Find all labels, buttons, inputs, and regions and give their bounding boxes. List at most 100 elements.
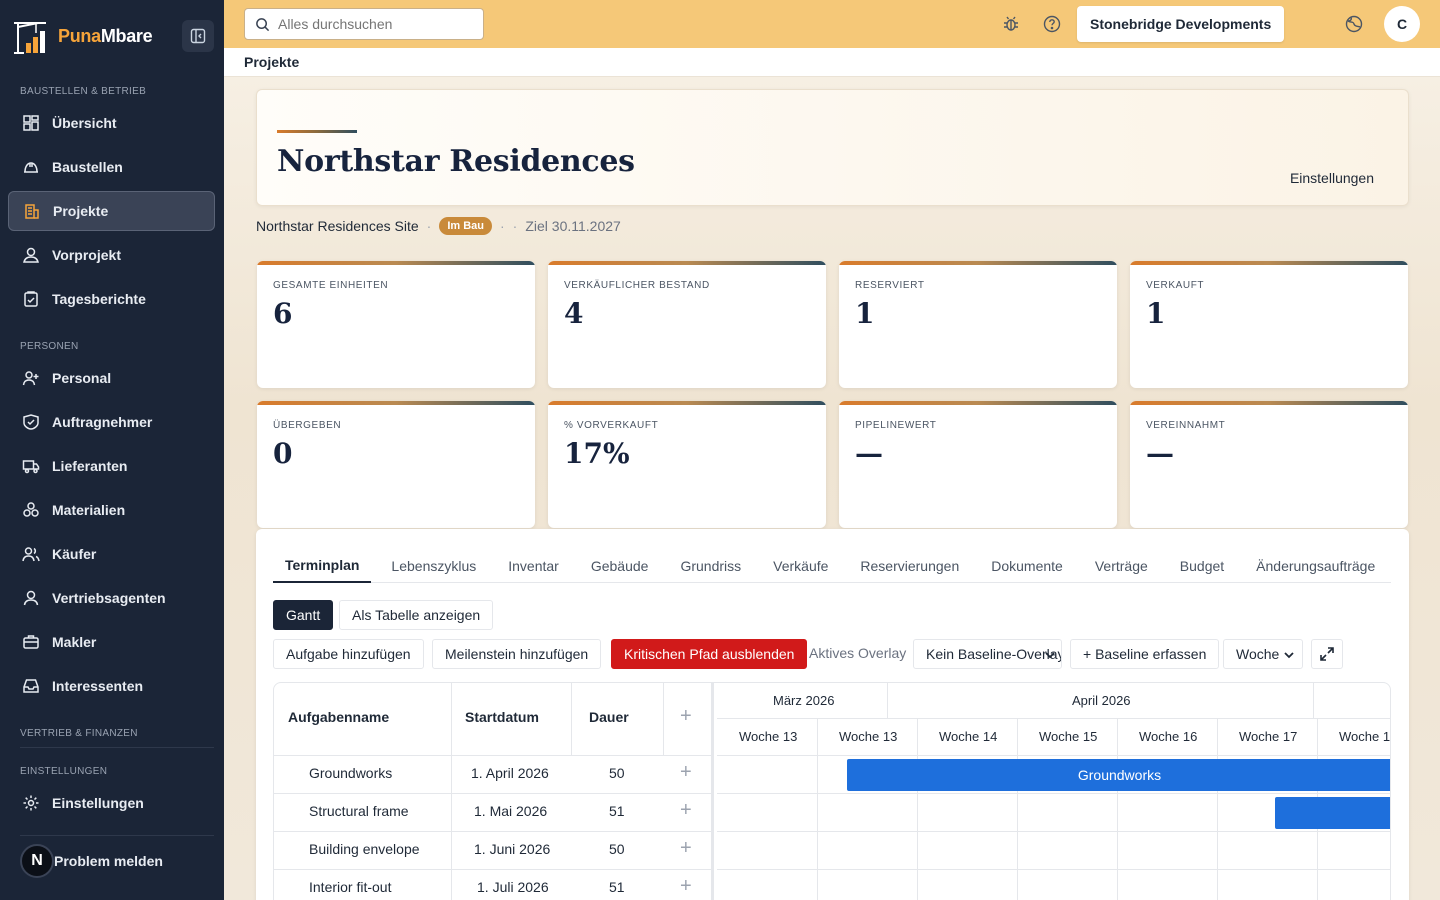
- expand-icon: [1320, 647, 1334, 661]
- sidebar-item-label: Käufer: [52, 546, 97, 562]
- user-avatar[interactable]: C: [1384, 6, 1420, 42]
- meta-separator: ·: [512, 218, 518, 234]
- breadcrumb[interactable]: Projekte: [244, 54, 299, 70]
- column-header-duration[interactable]: Dauer: [589, 709, 629, 725]
- collapse-sidebar-button[interactable]: [182, 20, 214, 52]
- week-label: Woche 13: [839, 729, 898, 744]
- stat-label: Gesamte Einheiten: [273, 280, 389, 291]
- gantt-view-button[interactable]: Gantt: [273, 600, 334, 630]
- tab-verkaeufe[interactable]: Verkäufe: [761, 548, 840, 583]
- scale-select[interactable]: Woche: [1223, 639, 1303, 669]
- week-label: Woche 13: [739, 729, 798, 744]
- add-subtask-plus-icon[interactable]: +: [680, 799, 692, 822]
- section-label-einstellungen: Einstellungen: [20, 766, 108, 777]
- inbox-icon: [23, 679, 39, 693]
- table-view-button[interactable]: Als Tabelle anzeigen: [339, 600, 494, 630]
- language-button[interactable]: [1342, 12, 1366, 36]
- sidebar-item-materialien[interactable]: Materialien: [8, 490, 215, 530]
- topbar: Stonebridge Developments C: [224, 0, 1440, 48]
- stat-label: Vereinnahmt: [1146, 420, 1226, 431]
- accent-line: [277, 130, 357, 133]
- month-label: April 2026: [1072, 693, 1131, 708]
- global-search[interactable]: [244, 8, 484, 40]
- sidebar: PunaMbare Baustellen & Betrieb Übersicht…: [0, 0, 224, 900]
- week-label: Woche 17: [1239, 729, 1298, 744]
- task-name[interactable]: Structural frame: [309, 803, 409, 819]
- tab-aenderungsauftraege[interactable]: Änderungsaufträge: [1244, 548, 1387, 583]
- sidebar-item-tagesberichte[interactable]: Tagesberichte: [8, 279, 215, 319]
- tab-inventar[interactable]: Inventar: [496, 548, 571, 583]
- task-name[interactable]: Groundworks: [309, 765, 392, 781]
- section-label-baustellen: Baustellen & Betrieb: [20, 86, 147, 97]
- sidebar-item-makler[interactable]: Makler: [8, 622, 215, 662]
- add-subtask-plus-icon[interactable]: +: [680, 761, 692, 784]
- tab-reservierungen[interactable]: Reservierungen: [848, 548, 971, 583]
- sidebar-item-einstellungen[interactable]: Einstellungen: [8, 783, 215, 823]
- week-label: Woche 16: [1139, 729, 1198, 744]
- tab-budget[interactable]: Budget: [1168, 548, 1236, 583]
- add-subtask-plus-icon[interactable]: +: [680, 837, 692, 860]
- gantt-bar-groundworks[interactable]: Groundworks: [847, 759, 1390, 791]
- gantt-bar-structural-frame[interactable]: [1275, 797, 1390, 829]
- add-milestone-button[interactable]: Meilenstein hinzufügen: [432, 639, 602, 669]
- tab-lebenszyklus[interactable]: Lebenszyklus: [379, 548, 488, 583]
- tab-terminplan[interactable]: Terminplan: [273, 548, 372, 583]
- boxes-icon: [23, 502, 39, 517]
- task-start: 1. Juli 2026: [477, 879, 549, 895]
- tab-grundriss[interactable]: Grundriss: [668, 548, 753, 583]
- stat-card-pipeline-value: Pipelinewert —: [839, 401, 1117, 528]
- help-button[interactable]: [1040, 12, 1064, 36]
- hide-critical-path-button[interactable]: Kritischen Pfad ausblenden: [611, 639, 808, 669]
- month-label: März 2026: [773, 693, 835, 708]
- sidebar-item-label: Einstellungen: [52, 795, 144, 811]
- report-problem-button[interactable]: N Problem melden: [20, 844, 163, 878]
- sidebar-item-personal[interactable]: Personal: [8, 358, 215, 398]
- baseline-overlay-select[interactable]: Kein Baseline-Overlay: [913, 639, 1062, 669]
- sidebar-item-baustellen[interactable]: Baustellen: [8, 147, 215, 187]
- divider: [20, 747, 214, 748]
- site-link[interactable]: Northstar Residences Site: [256, 218, 419, 234]
- add-task-button[interactable]: Aufgabe hinzufügen: [273, 639, 424, 669]
- project-meta: Northstar Residences Site · Im Bau · · Z…: [256, 217, 621, 235]
- building-icon: [25, 204, 39, 219]
- add-column-plus-icon[interactable]: +: [680, 705, 692, 728]
- fullscreen-button[interactable]: [1311, 639, 1343, 669]
- stat-card-sold: Verkauft 1: [1130, 261, 1408, 388]
- sidebar-item-vertriebsagenten[interactable]: Vertriebsagenten: [8, 578, 215, 618]
- project-tabs-card: Terminplan Lebenszyklus Inventar Gebäude…: [256, 529, 1409, 900]
- search-input[interactable]: [278, 16, 468, 32]
- sidebar-item-interessenten[interactable]: Interessenten: [8, 666, 215, 706]
- tab-gebaeude[interactable]: Gebäude: [579, 548, 661, 583]
- project-settings-link[interactable]: Einstellungen: [1290, 170, 1374, 186]
- company-switcher-button[interactable]: Stonebridge Developments: [1077, 6, 1285, 42]
- stat-label: Verkauft: [1146, 280, 1205, 291]
- task-name[interactable]: Interior fit-out: [309, 879, 391, 895]
- globe-icon: [1345, 15, 1363, 33]
- stat-label: Übergeben: [273, 420, 342, 431]
- add-subtask-plus-icon[interactable]: +: [680, 875, 692, 898]
- tab-vertraege[interactable]: Verträge: [1083, 548, 1160, 583]
- week-label: Woche 18: [1339, 729, 1391, 744]
- column-header-start[interactable]: Startdatum: [465, 709, 539, 725]
- column-header-name[interactable]: Aufgabenname: [288, 709, 389, 725]
- brand-logo[interactable]: PunaMbare: [10, 16, 153, 56]
- meta-separator: ·: [426, 218, 432, 234]
- tab-dokumente[interactable]: Dokumente: [979, 548, 1075, 583]
- sidebar-item-lieferanten[interactable]: Lieferanten: [8, 446, 215, 486]
- user-pin-icon: [23, 247, 39, 263]
- sidebar-item-kaeufer[interactable]: Käufer: [8, 534, 215, 574]
- sidebar-item-label: Auftragnehmer: [52, 414, 153, 430]
- bug-report-button[interactable]: [999, 12, 1023, 36]
- stat-label: Pipelinewert: [855, 420, 937, 431]
- sidebar-item-projekte[interactable]: Projekte: [8, 191, 215, 231]
- sidebar-item-uebersicht[interactable]: Übersicht: [8, 103, 215, 143]
- task-name[interactable]: Building envelope: [309, 841, 420, 857]
- task-start: 1. Mai 2026: [474, 803, 548, 819]
- handshake-icon: [23, 414, 39, 430]
- section-label-vertrieb: Vertrieb & Finanzen: [20, 728, 138, 739]
- stat-value: 17%: [564, 437, 630, 470]
- sidebar-item-vorprojekt[interactable]: Vorprojekt: [8, 235, 215, 275]
- capture-baseline-button[interactable]: + Baseline erfassen: [1070, 639, 1220, 669]
- divider: [20, 835, 214, 836]
- sidebar-item-auftragnehmer[interactable]: Auftragnehmer: [8, 402, 215, 442]
